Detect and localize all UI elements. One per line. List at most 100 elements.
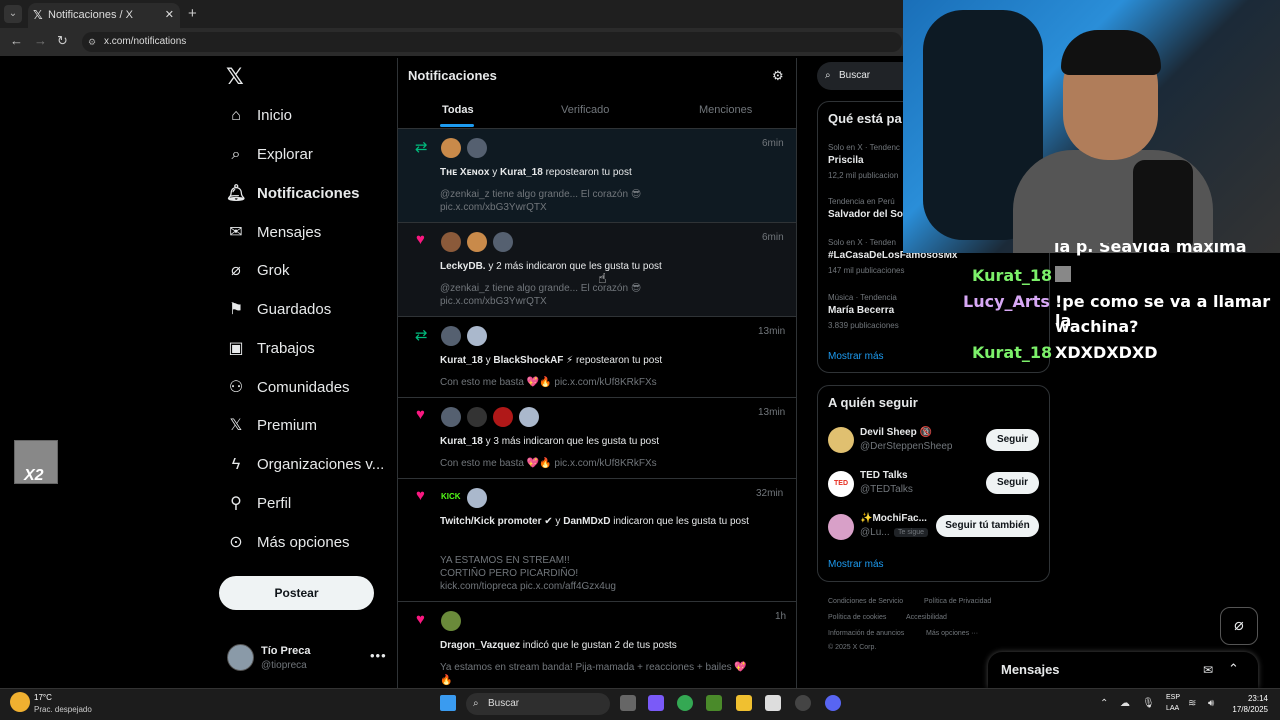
x-logo-icon[interactable]: 𝕏 — [226, 64, 244, 90]
footer-link[interactable]: Más opciones ··· — [926, 630, 978, 637]
obs-icon[interactable] — [795, 695, 811, 711]
nav-item-trabajos[interactable]: ▣ Trabajos — [226, 334, 314, 364]
avatar[interactable] — [467, 232, 487, 252]
footer-link[interactable]: Política de Privacidad — [924, 598, 991, 605]
post-button[interactable]: Postear — [219, 576, 374, 610]
lang-code[interactable]: ESP — [1166, 694, 1180, 701]
avatar[interactable] — [467, 407, 487, 427]
url-bar[interactable]: ⚙ x.com/notifications — [82, 32, 902, 52]
nav-label: Más opciones — [257, 534, 350, 551]
follow-button[interactable]: Seguir — [986, 429, 1039, 451]
avatar[interactable] — [441, 611, 461, 631]
nav-item-guardados[interactable]: ⚑ Guardados — [226, 295, 331, 325]
weather-icon[interactable] — [10, 692, 30, 712]
close-tab-icon[interactable]: ✕ — [165, 3, 174, 28]
browser-tab[interactable]: 𝕏 Notificaciones / X ✕ — [28, 3, 180, 28]
wifi-icon[interactable]: ≋ — [1188, 698, 1196, 709]
nav-item-premium[interactable]: 𝕏 Premium — [226, 411, 317, 441]
sticker-text: X2 — [24, 467, 44, 484]
account-more-icon[interactable]: ••• — [370, 648, 387, 663]
clock-date[interactable]: 17/8/2025 — [1228, 705, 1268, 714]
store-icon[interactable] — [765, 695, 781, 711]
footer-link[interactable]: Accesibilidad — [906, 614, 947, 621]
user-name[interactable]: Kurat_18 — [440, 355, 483, 366]
nav-item-mensajes[interactable]: ✉ Mensajes — [226, 218, 321, 248]
nav-item-perfil[interactable]: ⚲ Perfil — [226, 489, 291, 519]
post-link[interactable]: pic.x.com/xbG3YwrQTX — [440, 295, 770, 308]
trend-name[interactable]: Salvador del So — [828, 209, 903, 220]
user-name[interactable]: Kurat_18 — [500, 167, 543, 178]
avatar[interactable] — [493, 407, 513, 427]
volume-icon[interactable]: 🔊︎ — [1208, 698, 1214, 709]
clock-time[interactable]: 23:14 — [1236, 694, 1268, 703]
avatar[interactable] — [519, 407, 539, 427]
trend-name[interactable]: María Becerra — [828, 305, 894, 316]
trend-name[interactable]: Priscila — [828, 155, 864, 166]
avatar[interactable] — [467, 326, 487, 346]
account-avatar[interactable] — [227, 644, 254, 671]
file-explorer-icon[interactable] — [736, 695, 752, 711]
user-name[interactable]: LeckyDB. — [440, 261, 486, 272]
forward-icon[interactable]: → — [34, 33, 47, 48]
tray-chevron-icon[interactable]: ⌃ — [1100, 698, 1108, 709]
gear-icon[interactable]: ⚙ — [772, 68, 784, 84]
avatar[interactable] — [467, 138, 487, 158]
taskbar-search[interactable]: ⌕ Buscar — [466, 693, 610, 715]
avatar[interactable] — [828, 427, 854, 453]
ted-logo-icon[interactable]: TED — [828, 471, 854, 497]
windows-start-icon[interactable] — [440, 695, 456, 711]
avatar[interactable] — [493, 232, 513, 252]
avatar[interactable] — [441, 232, 461, 252]
avatar[interactable] — [467, 488, 487, 508]
user-name[interactable]: DanMDxD — [563, 516, 610, 527]
keyboard-layout[interactable]: LAA — [1166, 705, 1179, 712]
nav-item-comunidades[interactable]: ⚇ Comunidades — [226, 373, 350, 403]
search-icon: ⌕ — [473, 698, 479, 709]
footer-link[interactable]: Condiciones de Servicio — [828, 598, 903, 605]
footer-link[interactable]: Información de anuncios — [828, 630, 904, 637]
reload-icon[interactable]: ↻ — [57, 33, 68, 49]
copilot-icon[interactable] — [648, 695, 664, 711]
expand-icon[interactable]: ⌃ — [1228, 661, 1239, 677]
user-name[interactable]: Twitch/Kick promoter ✔ — [440, 516, 553, 527]
site-info-icon[interactable]: ⚙ — [88, 32, 96, 52]
user-name[interactable]: Dragon_Vazquez — [440, 640, 520, 651]
tab-todas[interactable]: Todas — [442, 104, 474, 116]
follow-name[interactable]: TED Talks — [860, 470, 908, 481]
tab-verificado[interactable]: Verificado — [561, 104, 609, 116]
follow-back-button[interactable]: Seguir tú también — [936, 515, 1039, 537]
nav-item-inicio[interactable]: ⌂ Inicio — [226, 101, 292, 131]
post-link[interactable]: kick.com/tiopreca pic.x.com/aff4Gzx4ug — [440, 580, 770, 593]
chrome-icon[interactable] — [677, 695, 693, 711]
mic-icon[interactable]: 🎙︎ — [1142, 698, 1155, 709]
tab-menciones[interactable]: Menciones — [699, 104, 752, 116]
nav-item-organizaciones[interactable]: ϟ Organizaciones v... — [226, 450, 385, 480]
avatar[interactable] — [441, 407, 461, 427]
avatar[interactable] — [828, 514, 854, 540]
minecraft-icon[interactable] — [706, 695, 722, 711]
show-more-link[interactable]: Mostrar más — [828, 351, 884, 362]
user-name[interactable]: Tʜᴇ Xᴇɴᴏx — [440, 167, 489, 178]
cloud-icon[interactable]: ☁ — [1120, 698, 1130, 709]
user-name[interactable]: BlackShockAF ⚡ — [493, 355, 573, 366]
grok-float-icon[interactable]: ⌀ — [1220, 607, 1258, 645]
nav-item-notificaciones[interactable]: 🔔︎ Notificaciones — [226, 179, 360, 209]
footer-link[interactable]: Política de cookies — [828, 614, 886, 621]
follow-name[interactable]: ✨MochiFac... — [860, 513, 927, 524]
show-more-link[interactable]: Mostrar más — [828, 559, 884, 570]
avatar[interactable] — [441, 326, 461, 346]
discord-icon[interactable] — [825, 695, 841, 711]
nav-item-explorar[interactable]: ⌕ Explorar — [226, 140, 313, 170]
new-tab-icon[interactable]: + — [188, 5, 197, 22]
user-name[interactable]: Kurat_18 — [440, 436, 483, 447]
back-icon[interactable]: ← — [10, 33, 23, 48]
follow-name[interactable]: Devil Sheep 🔞 — [860, 427, 932, 438]
nav-item-mas-opciones[interactable]: ⊙ Más opciones — [226, 528, 350, 558]
post-link[interactable]: pic.x.com/xbG3YwrQTX — [440, 201, 770, 214]
tab-search-icon[interactable]: ⌄ — [4, 5, 22, 23]
avatar[interactable] — [441, 138, 461, 158]
new-message-icon[interactable]: ✉ — [1203, 663, 1213, 677]
nav-item-grok[interactable]: ⌀ Grok — [226, 256, 289, 286]
task-view-icon[interactable] — [620, 695, 636, 711]
follow-button[interactable]: Seguir — [986, 472, 1039, 494]
